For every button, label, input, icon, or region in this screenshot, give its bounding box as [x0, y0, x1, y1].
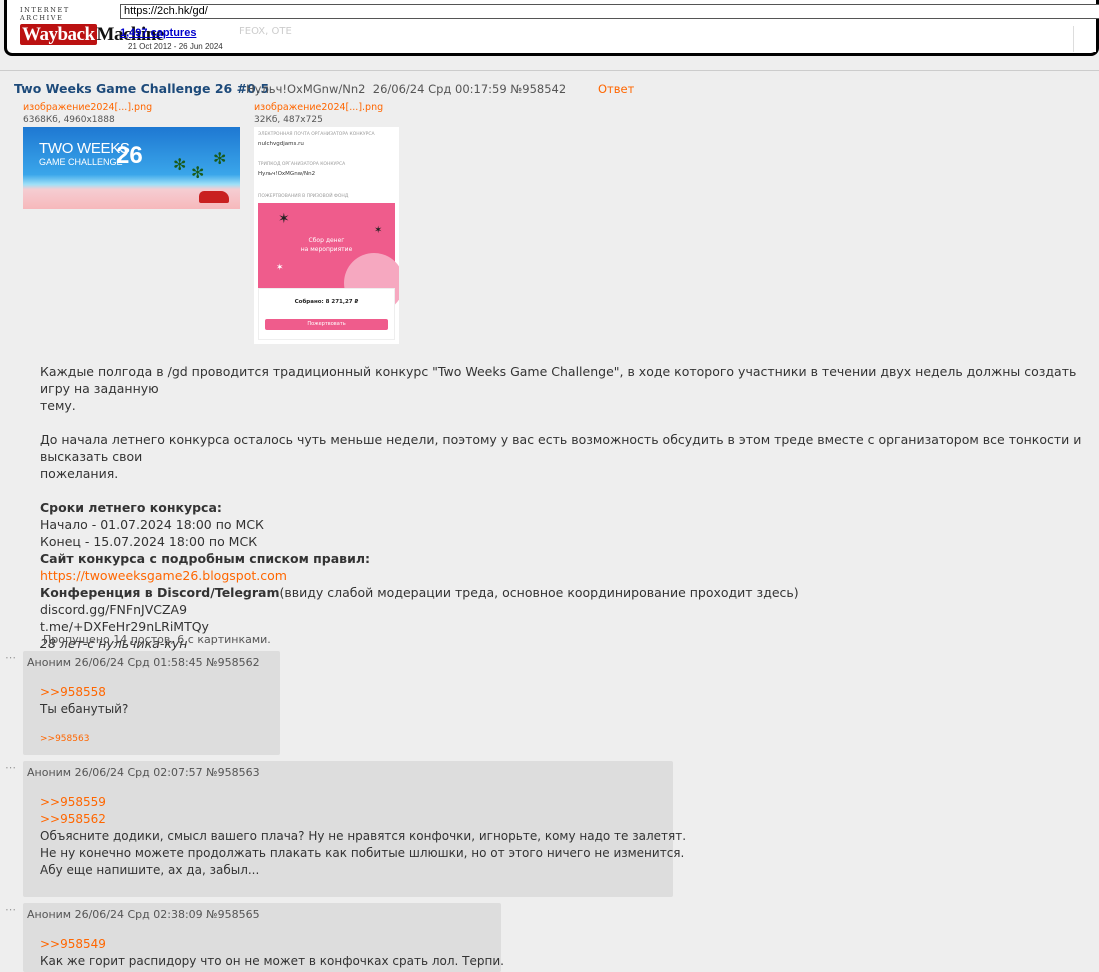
file-1-info: 6368Кб, 4960x1888 [23, 115, 115, 125]
reply-button[interactable]: Ответ [598, 82, 634, 96]
reply-meta: Аноним 26/06/24 Срд 01:58:45 №958562 [27, 656, 260, 669]
site-heading: Сайт конкурса с подробным списком правил… [40, 551, 370, 566]
file-2-thumbnail[interactable]: ЭЛЕКТРОННАЯ ПОЧТА ОРГАНИЗАТОРА КОНКУРСА … [254, 127, 399, 344]
ghost-text: FEOX, OTE [239, 26, 292, 37]
wayback-url-input[interactable]: https://2ch.hk/gd/ [120, 4, 1099, 19]
reply-text-line: Ты ебанутый? [40, 702, 129, 716]
reply-post: Аноним 26/06/24 Срд 02:38:09 №958565 >>9… [23, 903, 504, 972]
conf-note: (ввиду слабой модерации треда, основное … [279, 585, 799, 600]
thumb-org-label: ТРИПКОД ОРГАНИЗАТОРА КОНКУРСА [258, 162, 346, 167]
terms-heading: Сроки летнего конкурса: [40, 500, 222, 515]
reply-body: >>958549 Как же горит распидору что он н… [40, 936, 504, 970]
quote-link[interactable]: >>958559 [40, 794, 686, 811]
quote-link[interactable]: >>958558 [40, 684, 128, 701]
reply-text-line: Абу еще напишите, ах да, забыл... [40, 863, 260, 877]
wayback-logo[interactable]: INTERNET ARCHIVE Wayback Machine [20, 6, 164, 45]
thread-title: Two Weeks Game Challenge 26 #0.5 [14, 81, 270, 96]
palm-icon: ✻ [173, 155, 187, 174]
op-paragraph: Каждые полгода в /gd проводится традицио… [40, 364, 1077, 396]
thumb-collected-card: Собрано: 8 271,27 ₽ Пожертвовать [258, 288, 395, 340]
post-menu-icon[interactable]: ⋯ [5, 651, 16, 664]
thumb-banner: ✶ ✶ ✶ Сбор денег на мероприятие [258, 203, 399, 313]
skipped-posts-notice[interactable]: Пропущено 14 постов, 6 с картинками. [43, 633, 271, 646]
op-post-number[interactable]: №958542 [510, 82, 566, 96]
thumb-text-game-challenge: GAME CHALLENGE [39, 157, 123, 167]
thumb-donate-label: ПОЖЕРТВОВАНИЯ В ПРИЗОВОЙ ФОНД [258, 194, 349, 199]
reply-body: >>958559 >>958562 Объясните додики, смыс… [40, 794, 686, 879]
thumb-email-value: nulchvgdjams.ru [258, 141, 304, 147]
wayback-toolbar: INTERNET ARCHIVE Wayback Machine https://… [4, 0, 1099, 56]
reply-text-line: Объясните додики, смысл вашего плача? Ну… [40, 829, 687, 843]
op-paragraph: пожелания. [40, 466, 119, 481]
reply-text-line: Как же горит распидору что он не может в… [40, 954, 504, 968]
backref-link[interactable]: >>958563 [40, 734, 89, 744]
reply-post: Аноним 26/06/24 Срд 01:58:45 №958562 >>9… [23, 651, 280, 755]
internet-archive-label: INTERNET ARCHIVE [20, 6, 70, 22]
reply-post: Аноним 26/06/24 Срд 02:07:57 №958563 >>9… [23, 761, 686, 897]
wayback-machine-wordmark: Wayback Machine [20, 24, 164, 45]
file-1-thumbnail[interactable]: TWO WEEKS GAME CHALLENGE 26 ✻ ✻ ✻ [23, 127, 240, 209]
reply-meta: Аноним 26/06/24 Срд 02:07:57 №958563 [27, 766, 260, 779]
op-paragraph: тему. [40, 398, 76, 413]
star-icon: ✶ [374, 225, 383, 236]
conf-heading: Конференция в Discord/Telegram [40, 585, 280, 600]
file-1-name[interactable]: изображение2024[...].png [23, 102, 152, 113]
star-icon: ✶ [276, 263, 284, 273]
thumb-collected: Собрано: 8 271,27 ₽ [294, 299, 359, 305]
op-datetime: 26/06/24 Срд 00:17:59 [372, 82, 507, 96]
file-2-name[interactable]: изображение2024[...].png [254, 102, 383, 113]
star-icon: ✶ [278, 211, 290, 227]
captures-link[interactable]: 1,497 captures [120, 27, 196, 39]
thumb-banner-line-1: Сбор денег [308, 237, 345, 244]
toolbar-side-box [1073, 26, 1096, 52]
palm-icon: ✻ [213, 149, 227, 168]
post-menu-icon[interactable]: ⋯ [5, 761, 16, 774]
quote-link[interactable]: >>958549 [40, 936, 504, 953]
thumb-banner-line-2: на мероприятие [300, 246, 353, 253]
discord-link: discord.gg/FNFnJVCZA9 [40, 602, 188, 617]
op-meta: Нульч!OxMGnw/Nn2 26/06/24 Срд 00:17:59 №… [246, 82, 566, 96]
op-author: Нульч!OxMGnw/Nn2 [246, 82, 366, 96]
divider [0, 70, 1099, 71]
thumb-org-value: Нульч!OxMGnw/Nn2 [258, 171, 316, 177]
reply-text-line: Не ну конечно можете продолжать плакать … [40, 846, 685, 860]
contest-end: Конец - 15.07.2024 18:00 по МСК [40, 534, 258, 549]
palm-icon: ✻ [191, 163, 205, 182]
captures-date-range: 21 Oct 2012 - 26 Jun 2024 [128, 42, 223, 51]
reply-meta: Аноним 26/06/24 Срд 02:38:09 №958565 [27, 908, 260, 921]
thumb-email-label: ЭЛЕКТРОННАЯ ПОЧТА ОРГАНИЗАТОРА КОНКУРСА [258, 132, 375, 137]
reply-body: >>958558 Ты ебанутый? [40, 684, 128, 718]
conf-line: Конференция в Discord/Telegram(ввиду сла… [40, 584, 1095, 601]
post-menu-icon[interactable]: ⋯ [5, 903, 16, 916]
site-link[interactable]: https://twoweeksgame26.blogspot.com [40, 567, 1095, 584]
op-paragraph: До начала летнего конкурса осталось чуть… [40, 432, 1082, 464]
quote-link[interactable]: >>958562 [40, 811, 686, 828]
contest-start: Начало - 01.07.2024 18:00 по МСК [40, 517, 264, 532]
thumb-text-26: 26 [116, 142, 143, 169]
file-2-info: 32Кб, 487x725 [254, 115, 323, 125]
thumb-donate-button: Пожертвовать [265, 319, 388, 330]
car-icon [199, 191, 229, 203]
op-body: Каждые полгода в /gd проводится традицио… [40, 363, 1095, 652]
